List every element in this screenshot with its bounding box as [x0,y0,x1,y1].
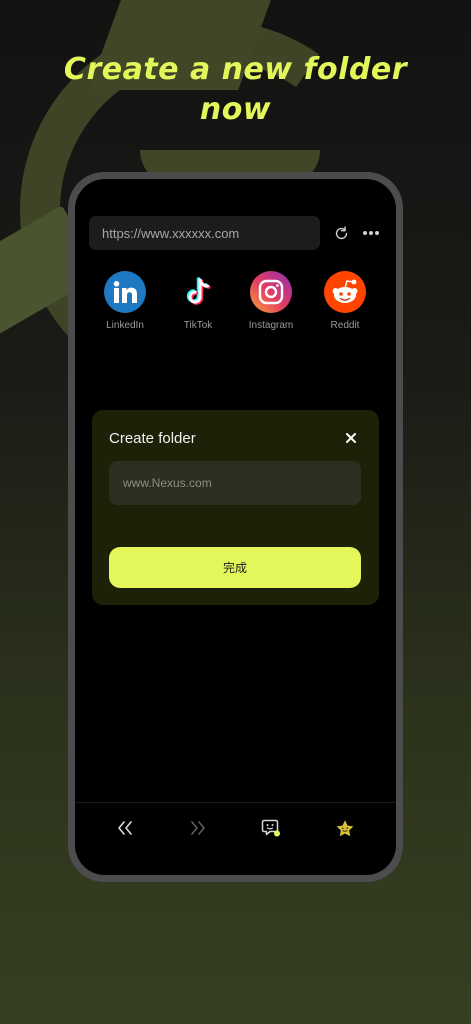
folder-name-input[interactable]: www.Nexus.com [109,461,361,505]
phone-screen: https://www.xxxxxx.com LinkedIn TikTok I… [75,179,396,875]
shortcut-instagram[interactable]: Instagram [236,271,306,331]
shortcut-label: Instagram [248,320,294,331]
headline-line-1: Create a new folder [63,52,408,87]
tiktok-icon [177,271,219,313]
headline-line-2: now [199,92,272,127]
dialog-title: Create folder [109,430,196,447]
promo-headline: Create a new folder now [0,50,471,130]
shortcut-reddit[interactable]: Reddit [310,271,380,331]
shortcut-label: LinkedIn [106,320,144,331]
create-folder-dialog: Create folder www.Nexus.com 完成 [92,410,379,605]
close-icon[interactable] [340,427,362,449]
shortcut-label: Reddit [330,320,360,331]
shortcut-linkedin[interactable]: LinkedIn [90,271,160,331]
assistant-icon[interactable] [256,813,286,843]
url-bar[interactable]: https://www.xxxxxx.com [89,216,320,250]
bottom-navigation-bar [75,802,396,875]
refresh-icon[interactable] [330,222,352,244]
favorites-star-icon[interactable] [330,813,360,843]
shortcut-label: TikTok [183,320,213,331]
reddit-icon [324,271,366,313]
folder-name-placeholder: www.Nexus.com [123,476,212,490]
back-icon[interactable] [110,813,140,843]
instagram-icon [250,271,292,313]
shortcut-tiktok[interactable]: TikTok [163,271,233,331]
url-text: https://www.xxxxxx.com [102,225,240,241]
forward-icon[interactable] [183,813,213,843]
phone-frame: https://www.xxxxxx.com LinkedIn TikTok I… [68,172,403,882]
linkedin-icon [104,271,146,313]
done-button[interactable]: 完成 [109,547,361,588]
more-dots-icon[interactable] [360,222,382,244]
